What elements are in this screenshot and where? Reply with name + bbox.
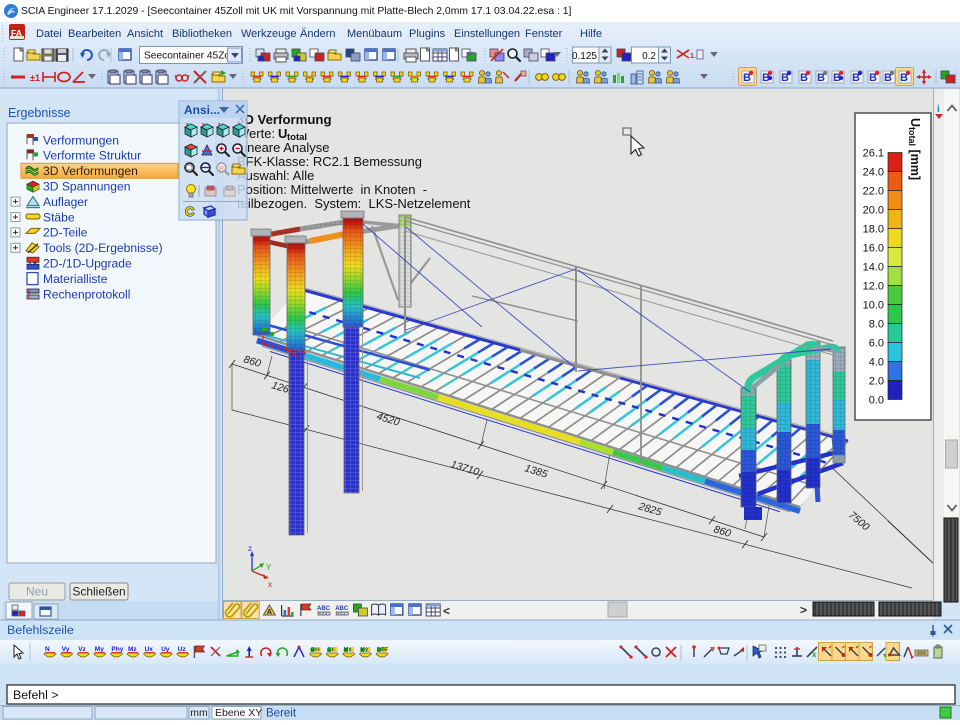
svg-text:6.0: 6.0 — [869, 337, 884, 349]
svg-text:Uy: Uy — [161, 646, 170, 653]
svg-text:ABC: ABC — [335, 606, 349, 612]
svg-text:N: N — [45, 646, 50, 653]
svg-text:22.0: 22.0 — [863, 185, 884, 197]
svg-text:R: R — [219, 166, 224, 173]
svg-text:Ebene XY: Ebene XY — [215, 707, 262, 719]
svg-text:Neu: Neu — [26, 585, 48, 599]
svg-text:My: My — [360, 647, 369, 653]
svg-text:Befehlszeile: Befehlszeile — [7, 623, 74, 637]
svg-text:z: z — [248, 544, 252, 553]
svg-text:1.: 1. — [690, 53, 696, 60]
svg-text:Y: Y — [266, 563, 272, 572]
svg-text:C: C — [185, 204, 195, 219]
svg-text:8.0: 8.0 — [869, 318, 884, 330]
svg-text:16.0: 16.0 — [863, 242, 884, 254]
svg-text:Verformte Struktur: Verformte Struktur — [43, 149, 141, 163]
svg-text:Bibliotheken: Bibliotheken — [172, 28, 232, 40]
svg-text:3D Verformungen: 3D Verformungen — [43, 164, 138, 178]
svg-text:Rechenprotokoll: Rechenprotokoll — [43, 287, 130, 301]
svg-text:Auflager: Auflager — [43, 195, 88, 209]
svg-text:mm: mm — [190, 707, 208, 719]
svg-text:Ux: Ux — [145, 646, 154, 653]
svg-text:Ändern: Ändern — [300, 28, 335, 40]
svg-text:Menübaum: Menübaum — [347, 28, 402, 40]
svg-text:Datei: Datei — [36, 28, 62, 40]
svg-text:20.0: 20.0 — [863, 204, 884, 216]
svg-text:Gt-: Gt- — [327, 647, 335, 653]
svg-text:Fenster: Fenster — [525, 28, 563, 40]
svg-text:>: > — [800, 603, 807, 617]
svg-text:Bearbeiten: Bearbeiten — [68, 28, 121, 40]
svg-text:Phy: Phy — [111, 646, 123, 653]
svg-text:Seecontainer 45Zol: Seecontainer 45Zol — [144, 50, 232, 61]
svg-text:Einstellungen: Einstellungen — [454, 28, 520, 40]
svg-text:My: My — [95, 646, 104, 653]
svg-text:±1: ±1 — [30, 73, 40, 83]
svg-text:SCIA Engineer 17.1.2029 - [See: SCIA Engineer 17.1.2029 - [Seecontainer … — [21, 6, 572, 17]
svg-text:Gt+: Gt+ — [311, 647, 320, 653]
svg-text:18.0: 18.0 — [863, 223, 884, 235]
svg-text:teilbezogen. System: LKS-Net: teilbezogen. System: LKS-Netzelement — [237, 196, 471, 211]
svg-text:Vz: Vz — [78, 646, 86, 653]
svg-text:Plugins: Plugins — [409, 28, 446, 40]
svg-text:Bereit: Bereit — [266, 708, 297, 720]
svg-text:Auswahl: Alle: Auswahl: Alle — [237, 168, 314, 183]
svg-text:2D-Teile: 2D-Teile — [43, 226, 88, 240]
svg-text:Ergebnisse: Ergebnisse — [8, 106, 71, 120]
svg-text:10.0: 10.0 — [863, 299, 884, 311]
svg-text:U: U — [278, 126, 287, 141]
svg-text:<: < — [443, 604, 450, 618]
svg-text:Werkzeuge: Werkzeuge — [241, 28, 296, 40]
svg-text:x: x — [268, 580, 272, 589]
svg-text:Verformungen: Verformungen — [43, 133, 119, 147]
svg-text:12.0: 12.0 — [863, 280, 884, 292]
svg-text:A: A — [267, 609, 272, 616]
svg-text:24.0: 24.0 — [863, 166, 884, 178]
svg-text:Tools (2D-Ergebnisse): Tools (2D-Ergebnisse) — [43, 241, 163, 255]
svg-text:Position: Mittelwerte in Knot: Position: Mittelwerte in Knoten - — [237, 182, 427, 197]
svg-text:x: x — [186, 122, 189, 128]
svg-text:Mx: Mx — [344, 647, 353, 653]
svg-text:Stäbe: Stäbe — [43, 210, 75, 224]
svg-text:0.125: 0.125 — [572, 51, 597, 62]
svg-text:Uz: Uz — [178, 646, 187, 653]
svg-text:Lineare Analyse: Lineare Analyse — [237, 140, 330, 155]
svg-text:Hilfe: Hilfe — [580, 28, 602, 40]
svg-text:x: x — [812, 650, 817, 659]
svg-text:2D-/1D-Upgrade: 2D-/1D-Upgrade — [43, 257, 132, 271]
svg-text:Befehl >: Befehl > — [13, 688, 58, 702]
svg-text:26.1: 26.1 — [863, 147, 884, 159]
svg-text:3D Spannungen: 3D Spannungen — [43, 180, 130, 194]
svg-text:DBF: DBF — [377, 647, 389, 653]
svg-text:i: i — [937, 104, 940, 115]
svg-text:2.0: 2.0 — [869, 375, 884, 387]
svg-text:Schließen: Schließen — [72, 585, 125, 599]
svg-text:Vy: Vy — [62, 646, 70, 653]
svg-text:4.0: 4.0 — [869, 356, 884, 368]
svg-text:Materialliste: Materialliste — [43, 272, 108, 286]
svg-text:Ansicht: Ansicht — [127, 28, 163, 40]
svg-text:0.2: 0.2 — [642, 51, 656, 62]
svg-text:.: . — [659, 649, 661, 658]
svg-text:3D Verformung: 3D Verformung — [237, 112, 332, 127]
svg-text:BFK-Klasse: RC2.1 Bemessung: BFK-Klasse: RC2.1 Bemessung — [237, 154, 422, 169]
svg-text:0.0: 0.0 — [869, 394, 884, 406]
svg-text:14.0: 14.0 — [863, 261, 884, 273]
svg-text:y: y — [202, 122, 205, 128]
svg-text:Mz: Mz — [128, 646, 137, 653]
svg-text:Ansi...: Ansi... — [184, 103, 220, 117]
svg-text:ABC: ABC — [317, 606, 331, 612]
